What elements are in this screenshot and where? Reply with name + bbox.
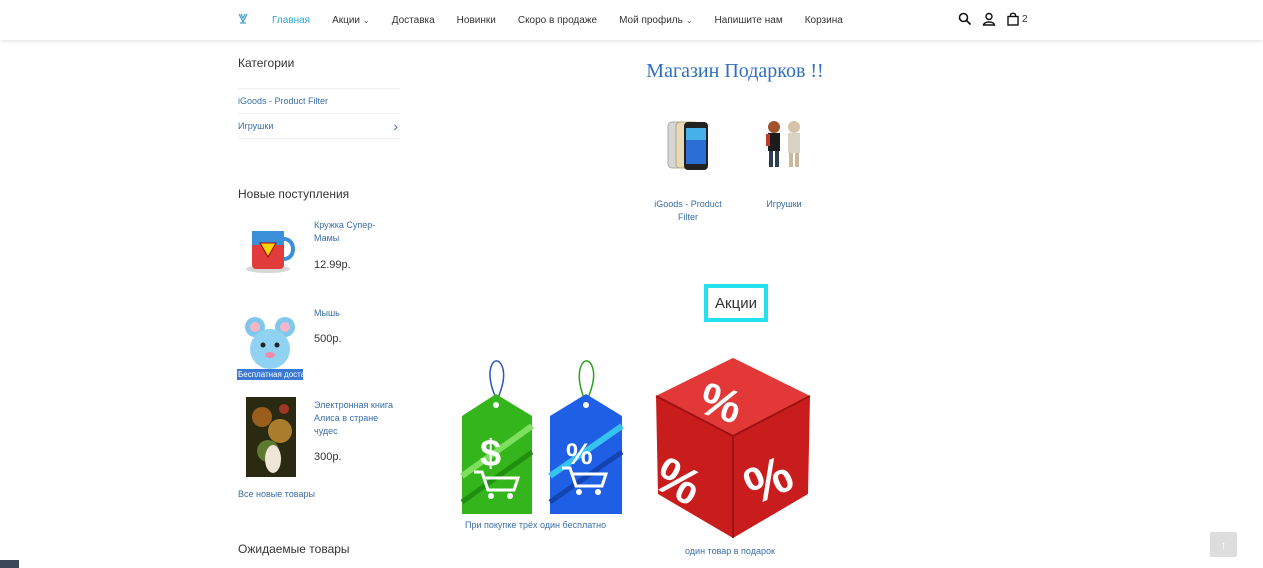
expected-products-title: Ожидаемые товары (238, 542, 350, 556)
product-item: Электронная книга Алиса в стране чудес 3… (238, 397, 400, 495)
new-arrivals-title: Новые поступления (238, 187, 350, 201)
promotions-section-title: Акции (704, 284, 768, 322)
nav-item-home[interactable]: Главная (272, 15, 310, 26)
nav-label: Напишите нам (714, 14, 783, 26)
category-label: iGoods - Product Filter (238, 96, 329, 106)
arrow-up-icon: ↑ (1220, 537, 1227, 552)
svg-text:%: % (566, 438, 593, 471)
logo-icon[interactable] (237, 12, 249, 26)
chevron-down-icon: ⌄ (363, 15, 370, 25)
nav-item-new[interactable]: Новинки (457, 15, 496, 26)
product-name[interactable]: Кружка Супер-Мамы (314, 219, 394, 245)
nav-label: Главная (272, 14, 311, 26)
category-label: Игрушки (238, 121, 274, 131)
sidebar-item-toys[interactable]: Игрушки › (238, 114, 400, 139)
nav-item-profile[interactable]: Мой профиль ⌄ (619, 15, 692, 26)
categories-title: Категории (238, 56, 295, 70)
search-icon[interactable] (958, 12, 972, 26)
header-icons: 2 (958, 12, 1028, 26)
category-card-toys[interactable]: Игрушки (752, 198, 816, 211)
nav-item-promotions[interactable]: Акции ⌄ (332, 15, 370, 26)
nav-label: Скоро в продаже (517, 14, 598, 26)
nav-label: Новинки (456, 14, 496, 26)
price-tags-image[interactable]: $ % (458, 356, 626, 516)
sidebar: Категории iGoods - Product Filter Игрушк… (237, 56, 400, 499)
nav-label: Акции (332, 14, 361, 26)
promo-gift-link[interactable]: один товар в подарок (685, 546, 775, 556)
product-name[interactable]: Мышь (314, 307, 394, 320)
promotions-title-text: Акции (715, 294, 757, 312)
nav-label: Корзина (804, 14, 843, 26)
chevron-down-icon: ⌄ (685, 15, 693, 25)
nav-label: Мой профиль (619, 14, 683, 26)
product-item: Кружка Супер-Мамы 12.99р. (238, 213, 400, 305)
iphone-image[interactable] (664, 118, 712, 174)
nav-item-cart[interactable]: Корзина (805, 15, 843, 26)
product-item: Мышь 500р. Бесплатная доставка (237, 305, 400, 397)
nav-item-coming-soon[interactable]: Скоро в продаже (518, 15, 597, 26)
nav-item-contact[interactable]: Напишите нам (715, 15, 783, 26)
discount-dice-image[interactable]: % % % (652, 356, 814, 540)
user-icon[interactable] (982, 12, 996, 26)
shopping-bag-icon[interactable] (1006, 12, 1020, 26)
cart-count-badge: 2 (1022, 13, 1028, 25)
svg-text:$: $ (480, 433, 501, 475)
free-delivery-badge: Бесплатная доставка (237, 369, 303, 380)
main-nav: Главная Акции ⌄ Доставка Новинки Скоро в … (272, 0, 865, 40)
promo-buy-three-link[interactable]: При покупке трёх один бесплатно (465, 520, 606, 530)
corner-widget-button[interactable] (0, 560, 19, 568)
nav-item-delivery[interactable]: Доставка (392, 15, 435, 26)
mug-image[interactable] (242, 213, 298, 293)
category-list: iGoods - Product Filter Игрушки › (238, 88, 400, 139)
site-header: Главная Акции ⌄ Доставка Новинки Скоро в … (0, 0, 1263, 40)
scroll-to-top-button[interactable]: ↑ (1210, 532, 1237, 557)
toy-figures-image[interactable] (760, 118, 808, 170)
product-name[interactable]: Электронная книга Алиса в стране чудес (314, 399, 394, 438)
page-title: Магазин Подарков !! (646, 60, 824, 82)
product-price: 12.99р. (314, 259, 351, 271)
sidebar-item-igoods[interactable]: iGoods - Product Filter (238, 89, 400, 114)
product-price: 300р. (314, 451, 342, 463)
nav-label: Доставка (391, 14, 435, 26)
category-card-igoods[interactable]: iGoods - Product Filter (648, 198, 728, 224)
book-cover-image[interactable] (246, 397, 296, 477)
product-price: 500р. (314, 333, 342, 345)
chevron-right-icon[interactable]: › (393, 118, 398, 134)
